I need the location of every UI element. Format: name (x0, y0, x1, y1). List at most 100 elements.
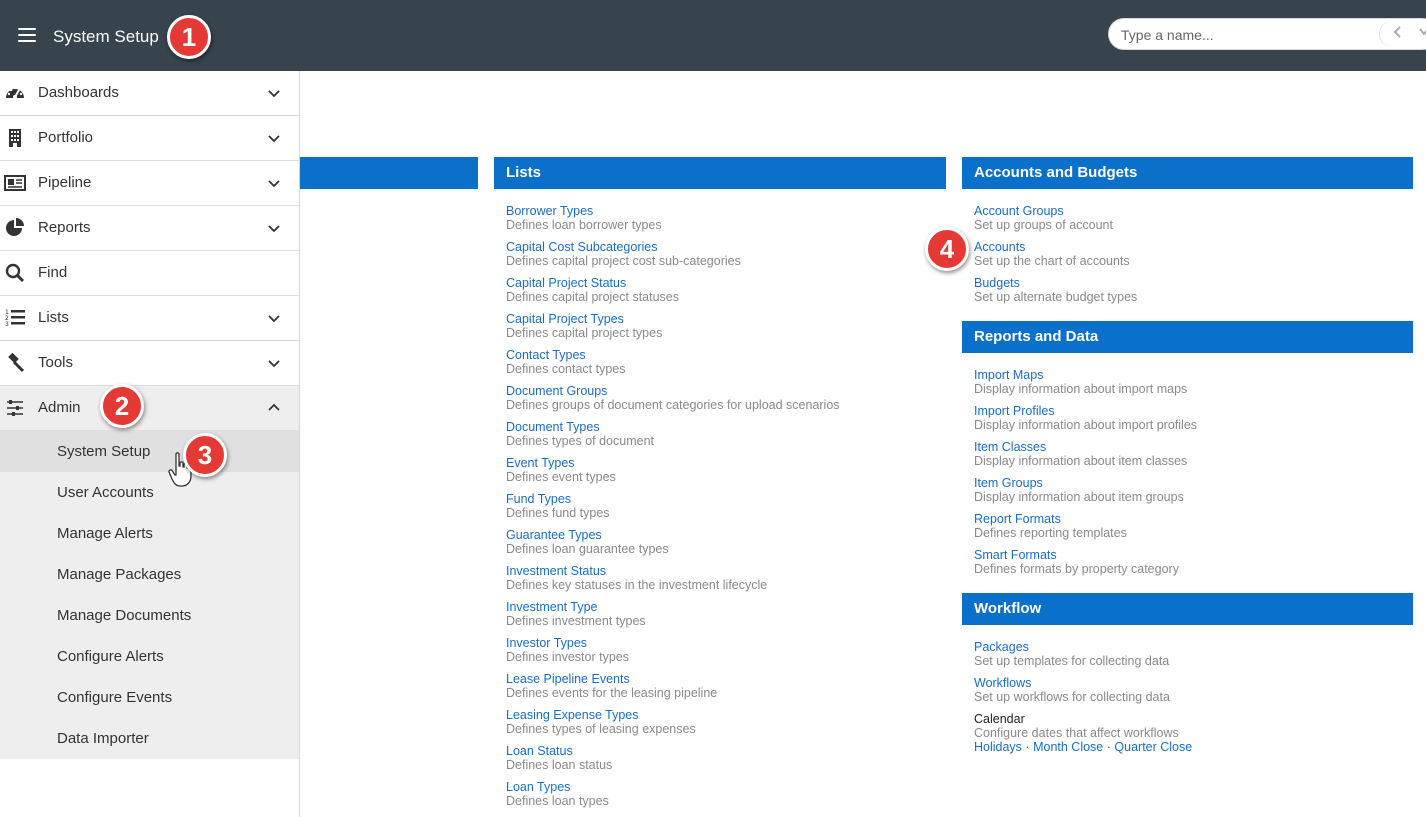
entry-link[interactable]: Import Profiles (974, 404, 1197, 418)
entry-description: Defines events for the leasing pipeline (506, 686, 718, 700)
holidays-link[interactable]: Holidays (974, 740, 1022, 754)
section-header-reports: Reports and Data (962, 321, 1413, 353)
entry-description: Defines reporting templates (974, 526, 1127, 540)
chevron-up-icon (266, 400, 282, 416)
entry-link[interactable]: Capital Project Types (506, 312, 662, 326)
entry-link[interactable]: Investment Type (506, 600, 646, 614)
search-input[interactable] (1121, 25, 1371, 45)
entry-description: Defines loan status (506, 758, 613, 772)
entry-description: Defines formats by property category (974, 562, 1179, 576)
reports-section: Reports and Data Import Maps Display info… (962, 321, 1413, 581)
entry-link[interactable]: Loan Types (506, 780, 609, 794)
sidebar-item-tools[interactable]: Tools (0, 341, 299, 386)
entry-link[interactable]: Document Groups (506, 384, 840, 398)
entry-link[interactable]: Fund Types (506, 492, 610, 506)
sidebar-item-lists[interactable]: 123 Lists (0, 296, 299, 341)
subitem-label: Configure Events (57, 689, 173, 706)
sidebar-item-label: Dashboards (38, 84, 119, 101)
subitem-label: Manage Documents (57, 607, 192, 624)
entry-link[interactable]: Lease Pipeline Events (506, 672, 717, 686)
dashboard-icon (4, 83, 26, 103)
entry-link[interactable]: Smart Formats (974, 548, 1179, 562)
entry-link[interactable]: Packages (974, 640, 1169, 654)
quarter-close-link[interactable]: Quarter Close (1114, 740, 1192, 754)
entry-link[interactable]: Accounts (974, 240, 1130, 254)
entry-description: Display information about item groups (974, 490, 1184, 504)
entry-link[interactable]: Investment Status (506, 564, 767, 578)
entry-link[interactable]: Contact Types (506, 348, 626, 362)
entry-description: Defines capital project statuses (506, 290, 680, 304)
sidebar-item-label: Find (38, 264, 68, 281)
entry-description: Set up templates for collecting data (974, 654, 1170, 668)
month-close-link[interactable]: Month Close (1033, 740, 1103, 754)
chevron-down-icon[interactable] (1418, 25, 1426, 42)
sidebar-item-label: Lists (38, 309, 69, 326)
sidebar-item-label: Reports (38, 219, 91, 236)
sidebar-item-label: Pipeline (38, 174, 92, 191)
entry-description: Display information about import maps (974, 382, 1188, 396)
accounts-section: Accounts and Budgets Account Groups Set u… (962, 157, 1413, 307)
annotation-badge-4: 4 (925, 227, 969, 271)
entry-link[interactable]: Document Types (506, 420, 654, 434)
entry-description: Defines capital project cost sub-categor… (506, 254, 741, 268)
annotation-badge-2: 2 (100, 384, 144, 428)
sidebar-item-portfolio[interactable]: Portfolio (0, 116, 299, 161)
entry-link[interactable]: Leasing Expense Types (506, 708, 696, 722)
section-header-accounts: Accounts and Budgets (962, 157, 1413, 189)
list-item: Workflows Set up workflows for collecting… (974, 676, 1170, 704)
entry-link[interactable]: Account Groups (974, 204, 1113, 218)
separator: · (1106, 740, 1111, 754)
admin-subitem-data-importer[interactable]: Data Importer (0, 718, 299, 759)
search-box (1108, 18, 1426, 50)
entry-link[interactable]: Loan Status (506, 744, 612, 758)
list-item: Item Classes Display information about it… (974, 440, 1187, 468)
list-item: Lease Pipeline Events Defines events for … (506, 672, 717, 700)
entry-link[interactable]: Report Formats (974, 512, 1127, 526)
sidebar-item-find[interactable]: Find (0, 251, 299, 296)
admin-subitem-manage-documents[interactable]: Manage Documents (0, 595, 299, 636)
list-item: Import Profiles Display information about… (974, 404, 1197, 432)
sidebar-item-admin[interactable]: Admin (0, 386, 299, 431)
entry-description: Defines groups of document categories fo… (506, 398, 840, 412)
admin-subitem-user-accounts[interactable]: User Accounts (0, 472, 299, 513)
entry-description: Set up the chart of accounts (974, 254, 1130, 268)
entry-link[interactable]: Borrower Types (506, 204, 662, 218)
sidebar: Dashboards Portfolio Pipeline Reports Fi… (0, 71, 300, 817)
list-item: Event Types Defines event types (506, 456, 616, 484)
entry-link[interactable]: Workflows (974, 676, 1170, 690)
entry-link[interactable]: Event Types (506, 456, 616, 470)
admin-subitem-manage-alerts[interactable]: Manage Alerts (0, 513, 299, 554)
entry-description: Defines event types (506, 470, 616, 484)
chevron-left-icon[interactable] (1392, 25, 1404, 42)
sidebar-item-dashboards[interactable]: Dashboards (0, 71, 299, 116)
entry-description: Set up groups of account (974, 218, 1113, 232)
search-nav-buttons (1379, 21, 1426, 47)
entry-link[interactable]: Investor Types (506, 636, 629, 650)
sidebar-item-pipeline[interactable]: Pipeline (0, 161, 299, 206)
entry-link[interactable]: Item Classes (974, 440, 1187, 454)
hamburger-menu-icon[interactable] (18, 28, 36, 42)
entry-link[interactable]: Import Maps (974, 368, 1187, 382)
entry-link[interactable]: Budgets (974, 276, 1137, 290)
admin-subitem-system-setup[interactable]: System Setup (0, 431, 299, 472)
admin-subitem-configure-events[interactable]: Configure Events (0, 677, 299, 718)
subitem-label: User Accounts (57, 484, 154, 501)
chevron-down-icon (266, 220, 282, 236)
entry-description: Set up alternate budget types (974, 290, 1138, 304)
entry-link[interactable]: Guarantee Types (506, 528, 669, 542)
annotation-badge-1: 1 (167, 15, 211, 59)
sidebar-item-reports[interactable]: Reports (0, 206, 299, 251)
entry-link[interactable]: Capital Cost Subcategories (506, 240, 741, 254)
numbered-list-icon: 123 (4, 308, 26, 328)
chevron-down-icon (266, 175, 282, 191)
admin-subitem-configure-alerts[interactable]: Configure Alerts (0, 636, 299, 677)
entry-link[interactable]: Capital Project Status (506, 276, 679, 290)
entry-link[interactable]: Item Groups (974, 476, 1184, 490)
sidebar-item-label: Admin (38, 399, 81, 416)
top-bar: System Setup (0, 0, 1426, 71)
list-item: Investment Type Defines investment types (506, 600, 646, 628)
lists-section: Lists Borrower Types Defines loan borrowe… (494, 157, 946, 817)
search-icon (4, 263, 26, 283)
admin-subitem-manage-packages[interactable]: Manage Packages (0, 554, 299, 595)
list-item: Report Formats Defines reporting template… (974, 512, 1127, 540)
